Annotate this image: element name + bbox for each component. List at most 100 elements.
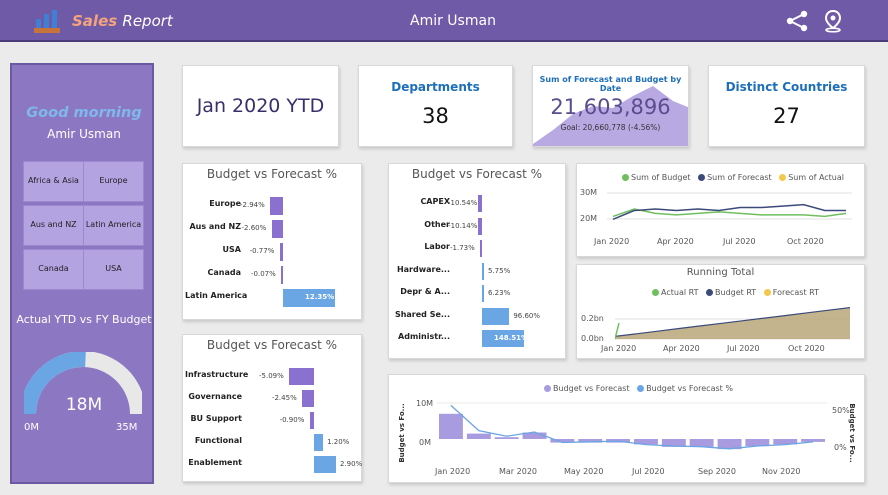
bar[interactable]	[482, 307, 510, 325]
bar-category-label: Europe	[209, 199, 241, 208]
bar-category-label: Canada	[207, 268, 242, 277]
x-tick-label: Apr 2020	[663, 344, 700, 353]
x-tick-label: Jul 2020	[632, 467, 665, 476]
left-axis-title: Budget vs Fo...	[398, 403, 406, 463]
chart-card-function-variance: Budget vs Forecast % Infrastructure -5.09…	[182, 334, 362, 482]
x-tick-label: Jul 2020	[727, 344, 760, 353]
forecast-goal: Goal: 20,660,778 (-4.56%)	[560, 123, 661, 132]
bar-category-label: USA	[222, 245, 241, 254]
x-tick-label: Apr 2020	[657, 237, 694, 246]
y-tick-label: 0.0bn	[581, 334, 604, 343]
bar-category-label: Shared Se...	[394, 309, 450, 319]
share-icon[interactable]	[785, 10, 809, 32]
x-tick-label: Oct 2020	[788, 344, 825, 353]
period-label: Jan 2020 YTD	[196, 95, 325, 117]
bar[interactable]	[482, 285, 484, 302]
gauge-min-label: 0M	[24, 422, 39, 433]
region-button-usa[interactable]: USA	[83, 249, 144, 290]
bar-category-label: BU Support	[190, 414, 242, 423]
bar-category-label: Other	[424, 219, 450, 229]
bar-value-label: 6.23%	[488, 289, 511, 297]
bar-category-label: Functional	[194, 436, 242, 445]
sidebar-panel: Good morning Amir Usman Africa & Asia Eu…	[10, 63, 154, 484]
chart-title: Budget vs Forecast %	[206, 167, 338, 181]
bar[interactable]	[314, 456, 336, 473]
bar-category-label: Labor	[424, 242, 450, 251]
y-tick-label: 10M	[416, 399, 434, 408]
bar-value-label: -2.45%	[271, 394, 297, 402]
line-chart-plot	[607, 192, 852, 220]
sidebar-user-name: Amir Usman	[47, 127, 121, 141]
chart-card-budget-forecast-lines: Sum of Budget Sum of Forecast Sum of Act…	[576, 163, 865, 257]
bar[interactable]	[271, 220, 283, 238]
region-button-aus-nz[interactable]: Aus and NZ	[23, 205, 84, 246]
y-tick-label-right: 0%	[834, 443, 847, 452]
map-pin-icon[interactable]	[823, 9, 843, 33]
bar-category-label: Latin America	[185, 291, 248, 300]
bar[interactable]	[289, 368, 314, 385]
chart-card-category-variance: Budget vs Forecast % CAPEX -10.54% Other -1…	[388, 163, 566, 359]
report-logo-icon	[34, 10, 60, 33]
line-legend: Sum of Budget Sum of Forecast Sum of Act…	[617, 173, 844, 182]
x-tick-label: Jan 2020	[435, 467, 471, 476]
bar[interactable]	[309, 412, 314, 429]
bar-category-label: Infrastructure	[185, 370, 249, 379]
y-tick-label: 0.2bn	[581, 314, 604, 323]
x-tick-label: Jul 2020	[723, 237, 756, 246]
y-tick-label: 0M	[419, 438, 431, 447]
bar-category-label: Aus and NZ	[189, 222, 241, 231]
kpi-card-departments: Departments 38	[358, 65, 513, 147]
bar-value-label: -1.73%	[450, 244, 475, 252]
y-tick-label: 20M	[580, 214, 598, 223]
chart-title: Running Total	[686, 267, 755, 278]
x-tick-label: Mar 2020	[499, 467, 537, 476]
bar-value-label: 96.60%	[513, 311, 541, 320]
chart-card-running-total: Running Total Actual RT Budget RT Foreca…	[576, 264, 865, 359]
bar[interactable]	[301, 390, 314, 407]
bar[interactable]	[478, 195, 482, 212]
y-tick-label-right: 50%	[832, 406, 850, 415]
region-button-canada[interactable]: Canada	[23, 249, 84, 290]
variance-bar[interactable]	[494, 437, 519, 439]
top-bar: Sales Report Amir Usman	[0, 0, 888, 42]
kpi-card-countries: Distinct Countries 27	[708, 65, 865, 147]
bar-category-label: Depr & A...	[400, 287, 450, 296]
variance-bar[interactable]	[689, 439, 714, 447]
bar-category-label: Enablement	[188, 458, 242, 467]
bar[interactable]	[482, 262, 484, 280]
y-tick-label: 30M	[580, 188, 598, 197]
bar-value-label: -10.54%	[448, 199, 478, 207]
region-button-europe[interactable]: Europe	[83, 161, 144, 202]
bar[interactable]	[270, 197, 283, 215]
kpi-card-forecast: Sum of Forecast and Budget by Date 21,60…	[532, 65, 689, 147]
region-button-latin-america[interactable]: Latin America	[83, 205, 144, 246]
bar-value-label: 148.51%	[494, 334, 529, 342]
bar-value-label: -0.90%	[279, 416, 305, 424]
variance-bar[interactable]	[466, 433, 491, 439]
variance-bar[interactable]	[439, 413, 463, 439]
gauge-value: 18M	[65, 395, 103, 415]
x-tick-label: Sep 2020	[698, 467, 736, 476]
chart-card-monthly-variance: Budget vs Forecast Budget vs Forecast % …	[388, 374, 865, 483]
header-user-name: Amir Usman	[410, 13, 496, 29]
bar-value-label: -0.07%	[251, 270, 276, 278]
bar-value-label: -0.77%	[249, 247, 275, 255]
running-total-plot	[615, 307, 850, 340]
departments-value: 38	[422, 104, 449, 128]
x-tick-label: Jan 2020	[594, 237, 630, 246]
bar[interactable]	[480, 240, 482, 257]
bar-value-label: -10.14%	[448, 221, 478, 230]
gauge-title: Actual YTD vs FY Budget	[16, 313, 152, 326]
bar[interactable]	[478, 217, 482, 235]
x-tick-label: Oct 2020	[787, 237, 824, 246]
region-button-africa-asia[interactable]: Africa & Asia	[23, 161, 84, 202]
chart-card-region-variance: Budget vs Forecast % Europe -2.94% Aus and…	[182, 163, 362, 320]
bar-category-label: Governance	[188, 392, 242, 401]
countries-value: 27	[773, 104, 800, 128]
bar[interactable]	[281, 266, 283, 284]
bar-value-label: -2.94%	[240, 201, 265, 209]
bar-category-label: Administr...	[398, 332, 450, 341]
bar[interactable]	[314, 434, 324, 451]
bar[interactable]	[279, 243, 283, 261]
chart-title: Budget vs Forecast %	[206, 338, 338, 352]
